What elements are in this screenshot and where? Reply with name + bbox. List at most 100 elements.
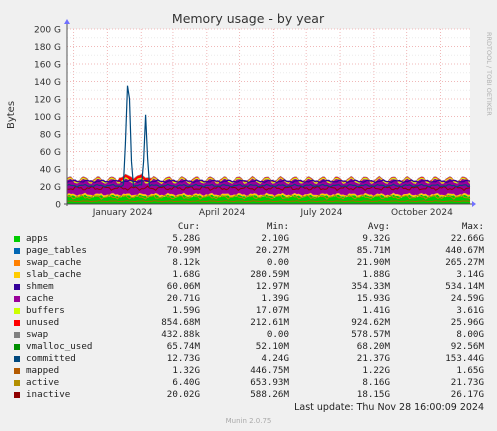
chart-title: Memory usage - by year bbox=[172, 11, 325, 26]
y-tick-label: 200 G bbox=[34, 26, 61, 36]
cur-value: 70.99M bbox=[166, 245, 200, 256]
x-tick-label: July 2024 bbox=[299, 208, 342, 218]
series-name: page_tables bbox=[26, 245, 87, 256]
min-value: 653.93M bbox=[250, 377, 289, 388]
series-name: shmem bbox=[26, 281, 54, 292]
legend-swatch bbox=[14, 308, 20, 314]
col-max-header: Max: bbox=[461, 221, 484, 232]
min-value: 4.24G bbox=[261, 353, 289, 364]
legend-swatch bbox=[14, 272, 20, 278]
legend-swatch bbox=[14, 236, 20, 242]
avg-value: 85.71M bbox=[356, 245, 390, 256]
avg-value: 1.41G bbox=[362, 305, 390, 316]
avg-value: 9.32G bbox=[362, 233, 390, 244]
legend-row-swap-cache: swap_cache 8.12k 0.00 21.90M 265.27M bbox=[0, 257, 497, 269]
max-value: 1.65G bbox=[456, 365, 484, 376]
series-name: active bbox=[26, 377, 60, 388]
max-value: 8.00G bbox=[456, 329, 484, 340]
min-value: 0.00 bbox=[266, 257, 289, 268]
min-value: 1.39G bbox=[261, 293, 289, 304]
min-value: 2.10G bbox=[261, 233, 289, 244]
min-value: 52.10M bbox=[255, 341, 289, 352]
max-value: 26.17G bbox=[450, 389, 484, 400]
col-avg-header: Avg: bbox=[367, 221, 390, 232]
min-value: 588.26M bbox=[250, 389, 289, 400]
last-update: Last update: Thu Nov 28 16:00:09 2024 bbox=[294, 402, 484, 413]
legend-swatch bbox=[14, 392, 20, 398]
y-tick-label: 160 G bbox=[34, 61, 61, 71]
cur-value: 6.40G bbox=[172, 377, 200, 388]
col-cur-header: Cur: bbox=[177, 221, 200, 232]
max-value: 534.14M bbox=[445, 281, 484, 292]
cur-value: 60.06M bbox=[166, 281, 200, 292]
legend-swatch bbox=[14, 248, 20, 254]
min-value: 20.27M bbox=[255, 245, 289, 256]
y-tick-label: 20 G bbox=[40, 183, 61, 193]
legend-row-committed: committed 12.73G 4.24G 21.37G 153.44G bbox=[0, 353, 497, 365]
avg-value: 21.90M bbox=[356, 257, 390, 268]
y-tick-label: 100 G bbox=[34, 113, 61, 123]
legend-swatch bbox=[14, 344, 20, 350]
legend-row-mapped: mapped 1.32G 446.75M 1.22G 1.65G bbox=[0, 365, 497, 377]
rrdtool-side-label: RRDTOOL / TOBI OETIKER bbox=[485, 32, 493, 116]
series-name: vmalloc_used bbox=[26, 341, 93, 352]
avg-value: 354.33M bbox=[351, 281, 390, 292]
legend-row-active: active 6.40G 653.93M 8.16G 21.73G bbox=[0, 377, 497, 389]
legend-header: Cur: Min: Avg: Max: bbox=[0, 221, 497, 233]
legend-row-apps: apps 5.28G 2.10G 9.32G 22.66G bbox=[0, 233, 497, 245]
cur-value: 854.68M bbox=[161, 317, 200, 328]
area-apps bbox=[67, 194, 470, 204]
y-tick-label: 0 bbox=[55, 201, 61, 211]
legend-row-page-tables: page_tables 70.99M 20.27M 85.71M 440.67M bbox=[0, 245, 497, 257]
cur-value: 1.59G bbox=[172, 305, 200, 316]
min-value: 212.61M bbox=[250, 317, 289, 328]
max-value: 22.66G bbox=[450, 233, 484, 244]
series-name: swap bbox=[26, 329, 49, 340]
legend-swatch bbox=[14, 368, 20, 374]
legend-swatch bbox=[14, 320, 20, 326]
cur-value: 8.12k bbox=[172, 257, 200, 268]
legend-swatch bbox=[14, 356, 20, 362]
memory-usage-chart: Memory usage - by year Bytes RRDTOOL / T… bbox=[6, 11, 493, 218]
cur-value: 65.74M bbox=[166, 341, 200, 352]
legend-row-swap: swap 432.88k 0.00 578.57M 8.00G bbox=[0, 329, 497, 341]
min-value: 12.97M bbox=[255, 281, 289, 292]
y-tick-labels: 0 20 G 40 G 60 G 80 G 100 G 120 G 140 G 160 G 180… bbox=[34, 26, 61, 211]
min-value: 17.07M bbox=[255, 305, 289, 316]
avg-value: 15.93G bbox=[356, 293, 390, 304]
max-value: 25.96G bbox=[450, 317, 484, 328]
cur-value: 5.28G bbox=[172, 233, 200, 244]
x-tick-labels: January 2024 April 2024 July 2024 October 2… bbox=[92, 208, 453, 218]
legend-row-cache: cache 20.71G 1.39G 15.93G 24.59G bbox=[0, 293, 497, 305]
y-tick-label: 60 G bbox=[40, 148, 61, 158]
cur-value: 1.32G bbox=[172, 365, 200, 376]
max-value: 3.14G bbox=[456, 269, 484, 280]
min-value: 446.75M bbox=[250, 365, 289, 376]
series-name: unused bbox=[26, 317, 60, 328]
legend-swatch bbox=[14, 260, 20, 266]
legend-swatch bbox=[14, 296, 20, 302]
max-value: 92.56M bbox=[450, 341, 484, 352]
avg-value: 8.16G bbox=[362, 377, 390, 388]
series-name: cache bbox=[26, 293, 54, 304]
series-name: swap_cache bbox=[26, 257, 82, 268]
avg-value: 1.22G bbox=[362, 365, 390, 376]
x-tick-label: October 2024 bbox=[391, 208, 453, 218]
avg-value: 21.37G bbox=[356, 353, 390, 364]
cur-value: 12.73G bbox=[166, 353, 200, 364]
min-value: 0.00 bbox=[266, 329, 289, 340]
legend-row-shmem: shmem 60.06M 12.97M 354.33M 534.14M bbox=[0, 281, 497, 293]
y-axis-arrow bbox=[64, 19, 70, 24]
min-value: 280.59M bbox=[250, 269, 289, 280]
legend-row-inactive: inactive 20.02G 588.26M 18.15G 26.17G bbox=[0, 389, 497, 401]
legend-swatch bbox=[14, 380, 20, 386]
y-tick-label: 40 G bbox=[40, 166, 61, 176]
y-axis-label: Bytes bbox=[6, 101, 17, 129]
avg-value: 1.88G bbox=[362, 269, 390, 280]
x-tick-label: April 2024 bbox=[199, 208, 246, 218]
x-tick-label: January 2024 bbox=[92, 208, 153, 218]
cur-value: 1.68G bbox=[172, 269, 200, 280]
series-name: committed bbox=[26, 353, 76, 364]
legend-row-unused: unused 854.68M 212.61M 924.62M 25.96G bbox=[0, 317, 497, 329]
series-name: mapped bbox=[26, 365, 60, 376]
